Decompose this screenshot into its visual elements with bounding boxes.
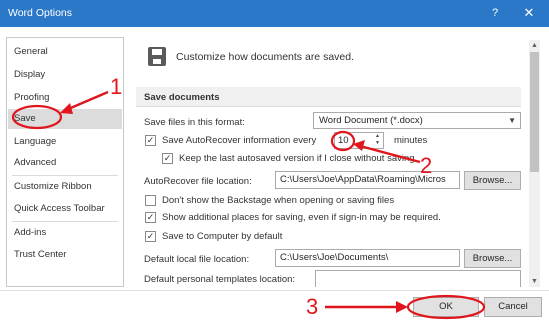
chevron-down-icon: ▼ <box>508 116 516 125</box>
sidebar-item-proofing[interactable]: Proofing <box>8 88 122 108</box>
autorecover-minutes-spinner[interactable]: 10 ▲ ▼ <box>334 132 384 149</box>
spinner-arrows-icon[interactable]: ▲ ▼ <box>373 133 382 147</box>
dont-show-backstage-checkbox[interactable] <box>145 195 156 206</box>
save-format-value: Word Document (*.docx) <box>319 115 423 126</box>
autorecover-label: Save AutoRecover information every <box>162 135 317 146</box>
annotation-arrowhead-3 <box>396 301 408 313</box>
window-title: Word Options <box>8 7 72 19</box>
page-header: Customize how documents are saved. <box>176 51 355 63</box>
section-header: Save documents <box>136 87 521 107</box>
scroll-down-icon[interactable]: ▼ <box>529 276 540 287</box>
annotation-number-2: 2 <box>420 153 433 178</box>
sidebar-item-language[interactable]: Language <box>8 132 122 152</box>
autorecover-location-field[interactable]: C:\Users\Joe\AppData\Roaming\Micros <box>275 171 460 189</box>
keep-last-autosaved-label: Keep the last autosaved version if I clo… <box>179 153 415 164</box>
footer-divider <box>0 290 549 291</box>
section-title: Save documents <box>144 92 220 103</box>
sidebar-item-quick-access-toolbar[interactable]: Quick Access Toolbar <box>8 199 122 219</box>
save-disk-icon <box>148 47 166 66</box>
annotation-number-3: 3 <box>306 294 319 319</box>
autorecover-minutes-value: 10 <box>338 135 349 146</box>
sidebar-item-advanced[interactable]: Advanced <box>8 153 122 173</box>
keep-last-autosaved-checkbox[interactable]: ✓ <box>162 153 173 164</box>
show-additional-places-checkbox[interactable]: ✓ <box>145 212 156 223</box>
sidebar-item-display[interactable]: Display <box>8 65 122 85</box>
autorecover-location-label: AutoRecover file location: <box>144 176 252 187</box>
dont-show-backstage-label: Don't show the Backstage when opening or… <box>162 195 395 206</box>
save-format-label: Save files in this format: <box>144 117 245 128</box>
options-sidebar: General Display Proofing Save Language A… <box>6 37 124 287</box>
scroll-up-icon[interactable]: ▲ <box>529 40 540 51</box>
save-to-computer-label: Save to Computer by default <box>162 231 283 242</box>
sidebar-item-trust-center[interactable]: Trust Center <box>8 245 122 265</box>
sidebar-item-customize-ribbon[interactable]: Customize Ribbon <box>8 177 122 197</box>
default-templates-location-label: Default personal templates location: <box>144 274 296 285</box>
default-local-location-field[interactable]: C:\Users\Joe\Documents\ <box>275 249 460 267</box>
sidebar-item-general[interactable]: General <box>8 42 122 62</box>
close-button[interactable]: ✕ <box>518 4 540 22</box>
autorecover-checkbox[interactable]: ✓ <box>145 135 156 146</box>
vertical-scrollbar[interactable]: ▲ ▼ <box>529 40 540 287</box>
save-options-panel: Customize how documents are saved. Save … <box>128 37 540 287</box>
sidebar-item-save[interactable]: Save <box>8 109 122 129</box>
default-templates-location-field[interactable] <box>315 270 521 287</box>
ok-button[interactable]: OK <box>413 297 479 317</box>
minutes-label: minutes <box>394 135 428 146</box>
sidebar-divider <box>12 221 118 222</box>
annotation-number-1: 1 <box>110 74 123 99</box>
cancel-button[interactable]: Cancel <box>484 297 542 317</box>
autorecover-browse-button[interactable]: Browse... <box>464 171 521 190</box>
save-to-computer-checkbox[interactable]: ✓ <box>145 231 156 242</box>
save-format-dropdown[interactable]: Word Document (*.docx) ▼ <box>313 112 521 129</box>
sidebar-item-add-ins[interactable]: Add-ins <box>8 223 122 243</box>
help-button[interactable]: ? <box>486 4 504 22</box>
scroll-thumb[interactable] <box>530 52 539 172</box>
default-local-browse-button[interactable]: Browse... <box>464 249 521 268</box>
sidebar-divider <box>12 175 118 176</box>
title-bar: Word Options ? ✕ <box>0 0 549 27</box>
default-local-location-label: Default local file location: <box>144 254 250 265</box>
show-additional-places-label: Show additional places for saving, even … <box>162 212 441 223</box>
